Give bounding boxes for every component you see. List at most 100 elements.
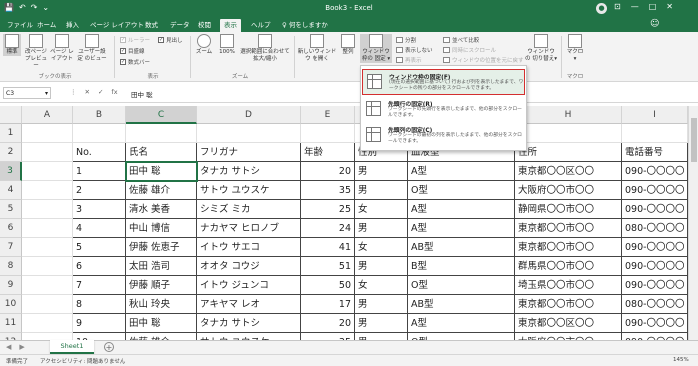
table-cell[interactable]	[22, 181, 73, 200]
column-header-h[interactable]: H	[515, 106, 622, 124]
table-cell[interactable]: 090-〇〇〇〇	[622, 200, 688, 219]
tab-data[interactable]: データ	[166, 19, 194, 32]
name-box[interactable]: C3 ▾	[3, 87, 51, 99]
split-button[interactable]: 分割	[396, 36, 416, 44]
tab-view[interactable]: 表示	[220, 19, 241, 32]
freeze-panes-item[interactable]: ウィンドウ枠の固定(F) (現在の選択範囲に基づいて) 行および列を表示したまま…	[362, 69, 525, 95]
zoom-100-button[interactable]: 100%	[217, 34, 237, 56]
table-cell[interactable]: 静岡県〇〇市〇〇	[515, 200, 622, 219]
table-cell[interactable]: 男	[355, 257, 408, 276]
table-cell[interactable]: 女	[355, 238, 408, 257]
view-side-by-side-button[interactable]: 並べて比較	[443, 36, 479, 44]
table-cell[interactable]	[22, 124, 73, 143]
table-cell[interactable]: 氏名	[126, 143, 197, 162]
row-header[interactable]: 2	[0, 143, 22, 162]
vertical-scrollbar[interactable]	[688, 106, 698, 340]
table-cell[interactable]: 伊藤 順子	[126, 276, 197, 295]
formula-input[interactable]: 田中 聡	[131, 89, 153, 99]
table-cell[interactable]: 東京都〇〇区〇〇	[515, 162, 622, 181]
table-cell[interactable]	[22, 238, 73, 257]
column-header-e[interactable]: E	[301, 106, 355, 124]
table-cell[interactable]: 男	[355, 219, 408, 238]
table-cell[interactable]: 8	[73, 295, 126, 314]
ruler-checkbox[interactable]: ✓ ルーラー	[120, 36, 150, 44]
view-normal-button[interactable]: 標準	[3, 34, 21, 56]
tab-page-layout[interactable]: ページ レイアウト	[86, 19, 148, 32]
view-page-break-button[interactable]: 改ページ プレビュー	[24, 34, 48, 70]
gridlines-checkbox[interactable]: ✓ 目盛線	[120, 47, 145, 55]
new-window-button[interactable]: 新しいウィンドウ を開く	[297, 34, 337, 63]
user-avatar[interactable]: ●	[596, 3, 607, 14]
column-header-a[interactable]: A	[22, 106, 73, 124]
table-cell[interactable]	[22, 314, 73, 333]
column-header-c[interactable]: C	[126, 106, 197, 124]
table-cell[interactable]	[73, 124, 126, 143]
row-header[interactable]: 6	[0, 219, 22, 238]
macro-button[interactable]: マクロ ▾	[565, 34, 585, 63]
tab-review[interactable]: 校閲	[194, 19, 215, 32]
table-cell[interactable]: 東京都〇〇区〇〇	[515, 314, 622, 333]
table-cell[interactable]: 女	[355, 276, 408, 295]
formula-bar-checkbox[interactable]: ✓ 数式バー	[120, 58, 150, 66]
table-cell[interactable]: シミズ ミカ	[197, 200, 301, 219]
table-cell[interactable]: 25	[301, 200, 355, 219]
table-cell[interactable]	[622, 124, 688, 143]
table-cell[interactable]: 2	[73, 181, 126, 200]
row-header[interactable]: 10	[0, 295, 22, 314]
table-cell[interactable]: タナカ サトシ	[197, 162, 301, 181]
table-cell[interactable]: 男	[355, 162, 408, 181]
table-cell[interactable]: 太田 浩司	[126, 257, 197, 276]
ribbon-display-icon[interactable]: ⊡	[614, 2, 621, 11]
table-cell[interactable]: O型	[408, 276, 515, 295]
table-cell[interactable]: 090-〇〇〇〇	[622, 257, 688, 276]
row-header[interactable]: 7	[0, 238, 22, 257]
tab-file[interactable]: ファイル	[3, 19, 37, 32]
row-header[interactable]: 5	[0, 200, 22, 219]
zoom-button[interactable]: ズーム	[194, 34, 214, 56]
unhide-window-button[interactable]: 再表示	[396, 56, 422, 64]
table-cell[interactable]: 20	[301, 314, 355, 333]
table-cell[interactable]: 6	[73, 257, 126, 276]
table-cell[interactable]: 50	[301, 276, 355, 295]
zoom-level[interactable]: 145%	[673, 357, 689, 363]
sheet-tab-sheet1[interactable]: Sheet1	[50, 340, 94, 354]
table-cell[interactable]: 090-〇〇〇〇	[622, 238, 688, 257]
insert-function-icon[interactable]: fx	[111, 88, 117, 96]
view-page-layout-button[interactable]: ページ レイアウト	[50, 34, 74, 63]
arrange-all-button[interactable]: 整列	[339, 34, 357, 56]
table-cell[interactable]: 男	[355, 295, 408, 314]
tab-home[interactable]: ホーム	[33, 19, 60, 32]
table-cell[interactable]: 伊藤 佐恵子	[126, 238, 197, 257]
table-cell[interactable]: B型	[408, 257, 515, 276]
column-header-b[interactable]: B	[73, 106, 126, 124]
table-cell[interactable]: フリガナ	[197, 143, 301, 162]
table-cell[interactable]: 大阪府〇〇市〇〇	[515, 181, 622, 200]
table-cell[interactable]: 住所	[515, 143, 622, 162]
table-cell[interactable]: O型	[408, 181, 515, 200]
table-cell[interactable]: 9	[73, 314, 126, 333]
table-cell[interactable]	[22, 276, 73, 295]
table-cell[interactable]: AB型	[408, 238, 515, 257]
table-cell[interactable]: 090-〇〇〇〇	[622, 181, 688, 200]
tab-insert[interactable]: 挿入	[62, 19, 83, 32]
freeze-first-column-item[interactable]: 先頭列の固定(C) ワークシートの最初の列を表示したままで、他の部分をスクロール…	[362, 123, 525, 149]
table-cell[interactable]	[22, 219, 73, 238]
table-cell[interactable]: A型	[408, 314, 515, 333]
table-cell[interactable]: 東京都〇〇市〇〇	[515, 295, 622, 314]
table-cell[interactable]: イトウ サエコ	[197, 238, 301, 257]
table-cell[interactable]: 17	[301, 295, 355, 314]
table-cell[interactable]: 20	[301, 162, 355, 181]
row-header[interactable]: 11	[0, 314, 22, 333]
table-cell[interactable]: 清水 美香	[126, 200, 197, 219]
accessibility-status[interactable]: アクセシビリティ: 問題ありません	[40, 357, 125, 365]
table-cell[interactable]	[22, 257, 73, 276]
table-cell[interactable]	[301, 124, 355, 143]
table-cell[interactable]: 4	[73, 219, 126, 238]
next-sheet-icon[interactable]: ▶	[19, 343, 24, 351]
switch-windows-button[interactable]: ウィンドウの 切り替え▾	[525, 34, 557, 63]
table-cell[interactable]: 5	[73, 238, 126, 257]
chevron-down-icon[interactable]: ▾	[45, 88, 48, 99]
table-cell[interactable]	[126, 124, 197, 143]
zoom-to-selection-button[interactable]: 選択範囲に合わせて 拡大/縮小	[240, 34, 290, 63]
tell-me-search[interactable]: ♀ 何をしますか	[278, 19, 332, 32]
